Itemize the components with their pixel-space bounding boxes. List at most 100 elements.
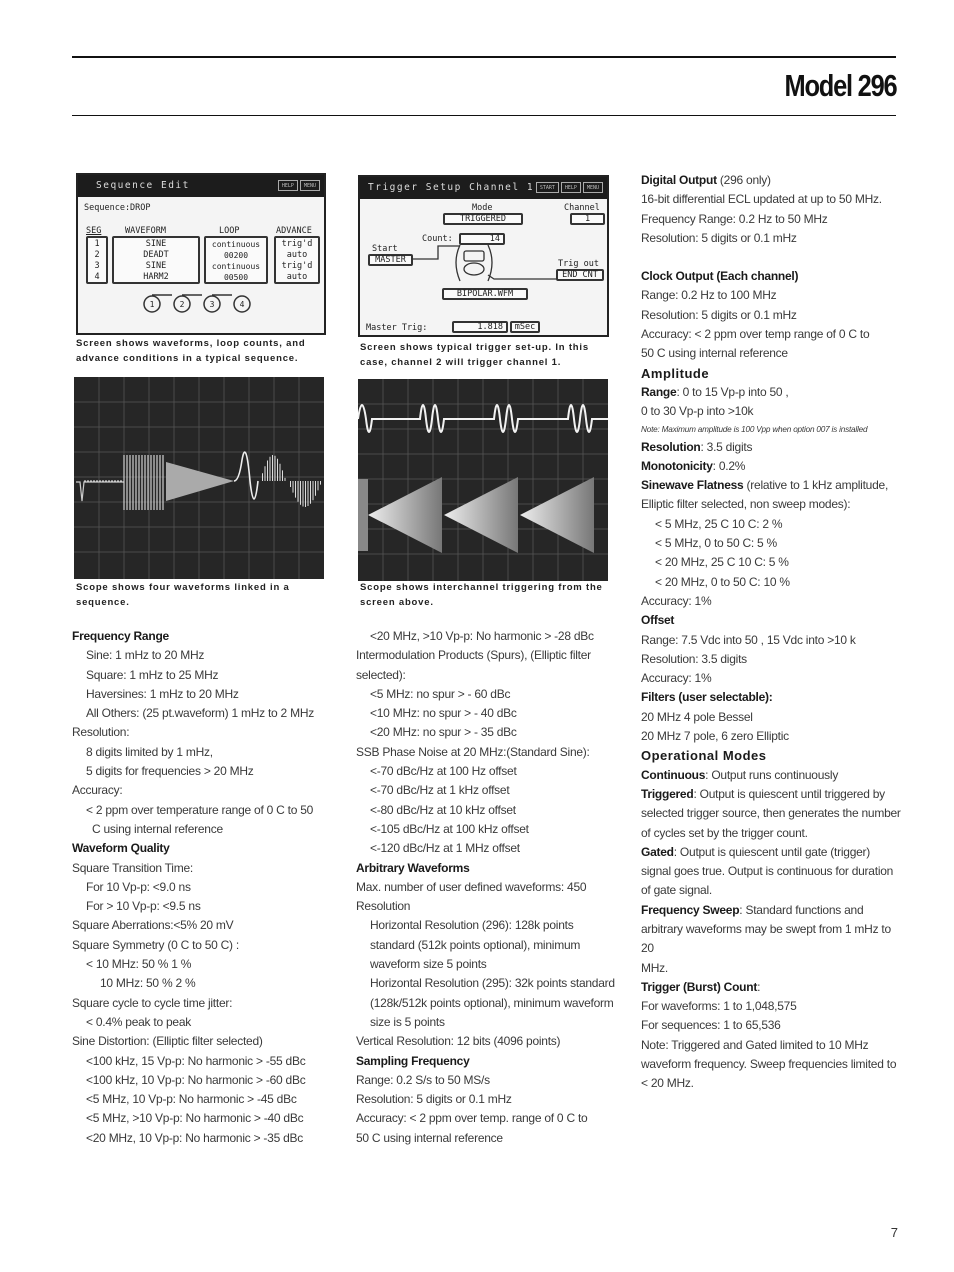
spec-line: waveform size 5 points bbox=[370, 957, 487, 972]
spec-line: Note: Triggered and Gated limited to 10 … bbox=[641, 1037, 869, 1052]
loop-list: continuous 00200 continuous 00500 bbox=[204, 236, 268, 284]
spec-line: Digital Output (296 only) bbox=[641, 171, 906, 190]
spec-line: selected): bbox=[356, 667, 406, 682]
spec-line: 50 C using internal reference bbox=[356, 1130, 503, 1145]
trigger-setup-screenshot: Trigger Setup Channel 1 START HELP MENU Mo… bbox=[358, 175, 609, 337]
spec-line: < 2 ppm over temperature range of 0 C to… bbox=[86, 802, 314, 817]
spec-line: Horizontal Resolution (295): 32k points … bbox=[370, 976, 615, 991]
section-heading: Operational Modes bbox=[641, 748, 767, 764]
spec-line: Resolution: 3.5 digits bbox=[641, 438, 906, 457]
spec-line: Square cycle to cycle time jitter: bbox=[72, 995, 233, 1010]
spec-line: Accuracy: 1% bbox=[641, 593, 712, 608]
spec-line: Horizontal Resolution (296): 128k points bbox=[370, 918, 574, 933]
section-heading: Amplitude bbox=[641, 365, 710, 381]
scope-sequence-trace bbox=[74, 377, 324, 579]
waveform-file-field: BIPOLAR.WFM bbox=[442, 288, 528, 300]
spec-line: Range: 0.2 S/s to 50 MS/s bbox=[356, 1072, 490, 1087]
spec-value: (relative to 1 kHz amplitude, bbox=[743, 478, 889, 493]
spec-line: For > 10 Vp-p: <9.5 ns bbox=[86, 899, 201, 914]
master-trig-field: 1.818 bbox=[452, 321, 508, 333]
spec-term: Gated bbox=[641, 844, 674, 859]
spec-line: For 10 Vp-p: <9.0 ns bbox=[86, 879, 191, 894]
spec-line: Resolution: bbox=[72, 725, 130, 740]
mode-label: Mode bbox=[472, 203, 493, 213]
spec-value: : Output is quiescent until triggered by bbox=[693, 786, 885, 801]
section-heading: Arbitrary Waveforms bbox=[356, 860, 470, 875]
spec-line: size is 5 points bbox=[370, 1014, 445, 1029]
spec-line: Frequency Range: 0.2 Hz to 50 MHz bbox=[641, 211, 828, 226]
spec-line: Range: 7.5 Vdc into 50 , 15 Vdc into >10… bbox=[641, 632, 856, 647]
spec-line: 8 digits limited by 1 mHz, bbox=[86, 744, 213, 759]
page-number: 7 bbox=[890, 1225, 898, 1240]
section-heading: Clock Output (Each channel) bbox=[641, 269, 799, 284]
spec-line: standard (512k points optional), minimum bbox=[370, 937, 581, 952]
spec-line: Frequency Sweep: Standard functions and bbox=[641, 901, 906, 920]
channel-field: 1 bbox=[570, 213, 605, 225]
spec-line: Accuracy: < 2 ppm over temp range of 0 C… bbox=[641, 327, 870, 342]
scope-interchannel-caption: Scope shows interchannel triggering from… bbox=[360, 582, 603, 608]
spec-line: Range: 0.2 Hz to 100 MHz bbox=[641, 288, 777, 303]
spec-line: SSB Phase Noise at 20 MHz:(Standard Sine… bbox=[356, 744, 590, 759]
spec-value: (296 only) bbox=[716, 173, 771, 187]
spec-line: (128k/512k points optional), minimum wav… bbox=[370, 995, 614, 1010]
spec-line: selected trigger source, then generates … bbox=[641, 806, 901, 821]
spec-line: arbitrary waveforms may be swept from 1 … bbox=[641, 921, 891, 956]
spec-line: < 10 MHz: 50 % 1 % bbox=[86, 957, 192, 972]
spec-term: Sinewave Flatness bbox=[641, 478, 744, 493]
spec-line: Resolution: 5 digits or 0.1 mHz bbox=[356, 1092, 512, 1107]
master-trig-label: Master Trig: bbox=[366, 323, 428, 333]
spec-line: Accuracy: 1% bbox=[641, 671, 712, 686]
page-title: Model 296 bbox=[784, 68, 897, 103]
spec-line: <20 MHz, >10 Vp-p: No harmonic > -28 dBc bbox=[370, 629, 594, 643]
channel-label: Channel bbox=[564, 203, 600, 213]
start-button: START bbox=[535, 182, 559, 193]
spec-line: <-70 dBc/Hz at 100 Hz offset bbox=[370, 764, 517, 779]
spec-line: < 5 MHz, 25 C 10 C: 2 % bbox=[655, 516, 783, 531]
spec-line: Max. number of user defined waveforms: 4… bbox=[356, 879, 587, 894]
spec-line: waveform frequency. Sweep frequencies li… bbox=[641, 1057, 897, 1072]
spec-line: Vertical Resolution: 12 bits (4096 point… bbox=[356, 1034, 561, 1049]
spec-line: For waveforms: 1 to 1,048,575 bbox=[641, 999, 797, 1014]
spec-line: <20 MHz: no spur > - 35 dBc bbox=[370, 725, 517, 740]
advance-header: ADVANCE bbox=[276, 226, 312, 236]
spec-line: Accuracy: < 2 ppm over temp. range of 0 … bbox=[356, 1111, 588, 1126]
header-top-rule bbox=[72, 56, 896, 58]
spec-line: 20 MHz 4 pole Bessel bbox=[641, 709, 753, 724]
spec-term: Resolution bbox=[641, 439, 701, 454]
spec-line: Resolution: 3.5 digits bbox=[641, 651, 747, 666]
spec-line: Square Transition Time: bbox=[72, 860, 193, 875]
spec-line: <20 MHz, 10 Vp-p: No harmonic > -35 dBc bbox=[86, 1130, 304, 1145]
spec-line: Intermodulation Products (Spurs), (Ellip… bbox=[356, 648, 591, 663]
spec-line bbox=[641, 248, 906, 267]
spec-line: 10 MHz: 50 % 2 % bbox=[100, 976, 196, 991]
screen-title-bar: Trigger Setup Channel 1 START HELP MENU bbox=[360, 177, 607, 199]
spec-line: signal goes true. Output is continuous f… bbox=[641, 864, 894, 879]
node-label: 4 bbox=[240, 300, 245, 309]
node-label: 1 bbox=[150, 300, 155, 309]
spec-line: Gated: Output is quiescent until gate (t… bbox=[641, 843, 906, 862]
spec-column-2: <20 MHz, >10 Vp-p: No harmonic > -28 dBc… bbox=[356, 627, 621, 1148]
spec-line: Sine Distortion: (Elliptic filter select… bbox=[72, 1034, 263, 1049]
spec-line: <-80 dBc/Hz at 10 kHz offset bbox=[370, 802, 516, 817]
spec-value: : 0.2% bbox=[712, 458, 746, 473]
spec-column-1: Frequency Range Sine: 1 mHz to 20 MHz Squa… bbox=[72, 627, 347, 1148]
waveform-list: SINE DEADT SINE HARM2 bbox=[112, 236, 200, 284]
spec-line: MHz. bbox=[641, 960, 668, 975]
section-heading: Waveform Quality bbox=[72, 841, 170, 856]
section-heading: Frequency Range bbox=[72, 629, 169, 643]
spec-line: All Others: (25 pt.waveform) 1 mHz to 2 … bbox=[86, 706, 314, 721]
spec-term: Triggered bbox=[641, 786, 694, 801]
screen-title-bar: Sequence Edit HELP MENU bbox=[78, 175, 324, 197]
spec-value: : Output runs continuously bbox=[705, 767, 839, 782]
spec-line: For sequences: 1 to 65,536 bbox=[641, 1018, 781, 1033]
spec-line: Resolution: 5 digits or 0.1 mHz bbox=[641, 307, 797, 322]
spec-line: Elliptic filter selected, non sweep mode… bbox=[641, 497, 851, 512]
node-label: 3 bbox=[210, 300, 215, 309]
spec-line: <-105 dBc/Hz at 100 kHz offset bbox=[370, 821, 529, 836]
spec-line: of cycles set by the trigger count. bbox=[641, 825, 808, 840]
spec-term: Digital Output bbox=[641, 173, 717, 187]
spec-line: < 20 MHz. bbox=[641, 1076, 694, 1091]
spec-line: 5 digits for frequencies > 20 MHz bbox=[86, 764, 254, 779]
spec-line: Triggered: Output is quiescent until tri… bbox=[641, 785, 906, 804]
spec-line: C using internal reference bbox=[92, 821, 223, 836]
